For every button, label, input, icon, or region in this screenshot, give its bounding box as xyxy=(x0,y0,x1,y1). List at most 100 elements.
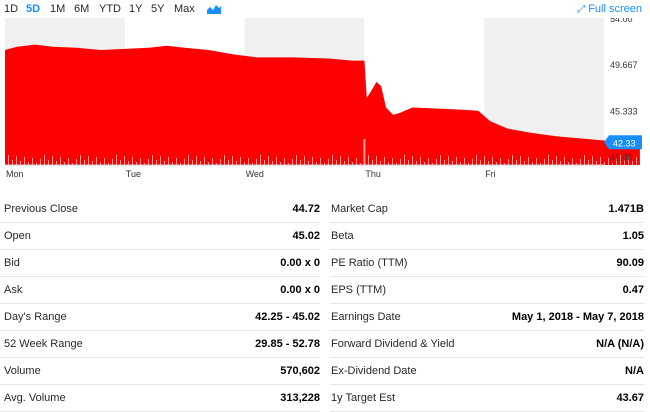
volume-bar xyxy=(224,155,225,165)
current-price-badge: 42.33 xyxy=(604,135,642,150)
volume-bar xyxy=(20,161,21,165)
volume-bar xyxy=(332,155,333,165)
stat-label: EPS (TTM) xyxy=(331,284,386,296)
volume-bar xyxy=(564,157,565,165)
volume-bar xyxy=(508,159,509,165)
volume-bar xyxy=(156,160,157,165)
volume-bar xyxy=(260,155,261,165)
volume-bar xyxy=(12,160,13,165)
volume-bar xyxy=(368,155,369,165)
volume-bar xyxy=(420,157,421,165)
volume-bar xyxy=(200,161,201,165)
volume-bar xyxy=(76,159,77,165)
volume-bar xyxy=(92,161,93,165)
volume-bar xyxy=(444,160,445,165)
stats-left-column: Previous Close 44.72 Open 45.02 Bid 0.00 x … xyxy=(0,196,320,412)
volume-bar xyxy=(176,158,177,165)
volume-bar xyxy=(584,155,585,165)
volume-bar xyxy=(560,161,561,165)
stat-value: N/A (N/A) xyxy=(596,338,644,350)
range-1y[interactable]: 1Y xyxy=(129,3,142,15)
volume-bar xyxy=(112,159,113,165)
volume-bar xyxy=(232,156,233,165)
stat-beta: Beta 1.05 xyxy=(330,223,644,250)
stat-value: 1.05 xyxy=(622,230,644,242)
expand-arrows-icon: ⤢ xyxy=(577,4,586,15)
volume-bar xyxy=(60,157,61,165)
volume-bar xyxy=(160,156,161,165)
volume-bar xyxy=(228,160,229,165)
volume-bar xyxy=(484,156,485,165)
stat-earnings-date: Earnings Date May 1, 2018 - May 7, 2018 xyxy=(330,304,644,331)
volume-bar xyxy=(248,158,249,165)
stat-eps: EPS (TTM) 0.47 xyxy=(330,277,644,304)
stat-label: Avg. Volume xyxy=(4,392,66,404)
volume-bar xyxy=(272,161,273,165)
volume-bar xyxy=(204,157,205,165)
volume-bar xyxy=(452,161,453,165)
volume-bar xyxy=(140,158,141,165)
volume-bar xyxy=(336,160,337,165)
volume-bar xyxy=(296,155,297,165)
volume-bar xyxy=(16,156,17,165)
x-tick-label: Tue xyxy=(126,169,141,179)
range-5y[interactable]: 5Y xyxy=(151,3,164,15)
stat-value: May 1, 2018 - May 7, 2018 xyxy=(511,311,644,323)
current-price-label: 42.33 xyxy=(613,138,636,148)
stat-value: 0.00 x 0 xyxy=(280,284,320,296)
volume-bar xyxy=(392,158,393,165)
y-tick-label: 54.00 xyxy=(610,18,633,24)
chart-toolbar: 1D 5D 1M 6M YTD 1Y 5Y Max ⤢ Full screen xyxy=(0,0,650,18)
volume-bar xyxy=(188,155,189,165)
x-tick-label: Fri xyxy=(485,169,496,179)
volume-bar xyxy=(512,155,513,165)
range-6m[interactable]: 6M xyxy=(74,3,89,15)
volume-bar xyxy=(488,161,489,165)
stat-label: Bid xyxy=(4,257,20,269)
y-tick-label: 49.667 xyxy=(610,60,638,70)
stat-ex-dividend-date: Ex-Dividend Date N/A xyxy=(330,358,644,385)
volume-bar xyxy=(636,157,637,165)
stats-right-column: Market Cap 1.471B Beta 1.05 PE Ratio (TTM)… xyxy=(330,196,644,412)
stat-value: 29.85 - 52.78 xyxy=(255,338,320,350)
volume-bar xyxy=(84,160,85,165)
stat-value: 42.25 - 45.02 xyxy=(255,311,320,323)
volume-bar xyxy=(148,159,149,165)
volume-bar xyxy=(384,157,385,165)
volume-bar xyxy=(372,160,373,165)
range-1m[interactable]: 1M xyxy=(50,3,65,15)
volume-bar xyxy=(592,156,593,165)
stat-label: Beta xyxy=(331,230,354,242)
volume-bar xyxy=(472,159,473,165)
stat-value: 570,602 xyxy=(280,365,320,377)
volume-bar xyxy=(612,163,613,165)
range-ytd[interactable]: YTD xyxy=(99,3,121,15)
stat-label: Earnings Date xyxy=(331,311,401,323)
volume-bar xyxy=(96,157,97,165)
volume-bar xyxy=(32,158,33,165)
volume-bar xyxy=(56,161,57,165)
range-1d[interactable]: 1D xyxy=(4,3,18,15)
stat-value: 0.47 xyxy=(622,284,644,296)
range-5d[interactable]: 5D xyxy=(26,3,40,15)
stat-days-range: Day's Range 42.25 - 45.02 xyxy=(0,304,320,331)
volume-bar xyxy=(408,160,409,165)
bar-chart-icon[interactable] xyxy=(207,4,221,14)
stat-value: 313,228 xyxy=(280,392,320,404)
volume-bar xyxy=(524,161,525,165)
volume-bar xyxy=(268,156,269,165)
volume-bar xyxy=(52,156,53,165)
stat-value: 45.02 xyxy=(292,230,320,242)
volume-bar xyxy=(536,158,537,165)
volume-bar xyxy=(48,160,49,165)
x-tick-label: Mon xyxy=(6,169,24,179)
volume-bar xyxy=(184,159,185,165)
volume-bar xyxy=(356,158,357,165)
volume-bar xyxy=(604,162,605,165)
stat-label: 1y Target Est xyxy=(331,392,395,404)
fullscreen-label: Full screen xyxy=(588,3,642,15)
range-max[interactable]: Max xyxy=(174,3,195,15)
volume-bar xyxy=(608,158,609,165)
fullscreen-button[interactable]: ⤢ Full screen xyxy=(577,3,642,15)
volume-bar xyxy=(256,159,257,165)
